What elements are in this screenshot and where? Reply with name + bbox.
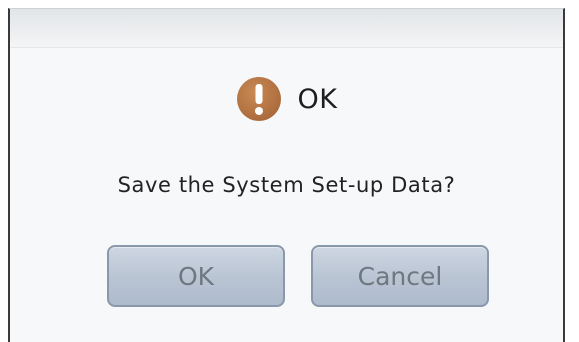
cancel-button[interactable]: Cancel bbox=[311, 245, 489, 307]
dialog-header: OK bbox=[10, 75, 563, 123]
background-edge-top bbox=[0, 0, 579, 8]
confirm-dialog: OK Save the System Set-up Data? OK Cance… bbox=[8, 8, 565, 342]
ok-button[interactable]: OK bbox=[107, 245, 285, 307]
dialog-title: OK bbox=[297, 83, 338, 115]
dialog-title-bar bbox=[10, 9, 563, 48]
background-edge-left bbox=[0, 0, 8, 342]
dialog-message: Save the System Set-up Data? bbox=[117, 173, 456, 197]
background-edge-right bbox=[567, 0, 579, 342]
exclamation-icon bbox=[236, 77, 281, 121]
cancel-button-label: Cancel bbox=[357, 261, 443, 291]
ok-button-label: OK bbox=[177, 261, 215, 291]
screen: OK Save the System Set-up Data? OK Cance… bbox=[0, 0, 579, 342]
